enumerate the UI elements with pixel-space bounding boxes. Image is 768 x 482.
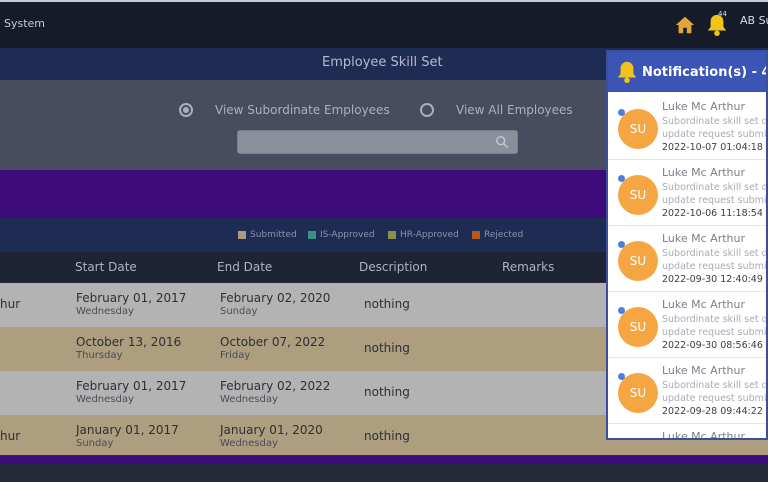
notification-header-title: Notification(s) - 44 (642, 65, 768, 80)
avatar: SU (618, 373, 658, 413)
user-name[interactable]: AB Su (740, 14, 768, 27)
start-day-cell: Sunday (76, 438, 114, 449)
end-day-cell: Wednesday (220, 394, 278, 405)
legend-swatch (308, 231, 316, 239)
start-date-cell: February 01, 2017 (76, 291, 187, 305)
legend-submitted: Submitted (238, 230, 297, 240)
end-date-cell: February 02, 2020 (220, 291, 331, 305)
notification-message: Subordinate skill set da update request s… (662, 182, 768, 206)
purple-footer-bar (0, 456, 768, 464)
notification-sender: Luke Mc Arthur (662, 298, 746, 311)
notification-count-badge: 44 (718, 10, 727, 18)
notification-item[interactable]: SU Luke Mc Arthur Subordinate skill set … (608, 160, 768, 226)
notification-item[interactable]: SU Luke Mc Arthur Subordinate skill set … (608, 358, 768, 424)
notification-timestamp: 2022-09-28 09:44:22 P (662, 406, 768, 417)
notification-sender: Luke Mc Arthur (662, 166, 746, 179)
end-day-cell: Wednesday (220, 438, 278, 449)
avatar: SU (618, 109, 658, 149)
system-title: System (4, 17, 46, 30)
radio-all-employees[interactable] (420, 103, 434, 117)
legend-is-approved: IS-Approved (308, 230, 375, 240)
legend-hr-approved: HR-Approved (388, 230, 459, 240)
avatar: SU (618, 307, 658, 347)
employee-name-cell: hur (0, 297, 21, 311)
bell-icon (617, 61, 637, 83)
notification-sender: Luke Mc Arthur (662, 430, 746, 440)
legend-rejected: Rejected (472, 230, 523, 240)
column-description[interactable]: Description (359, 260, 427, 274)
description-cell: nothing (364, 429, 410, 443)
notification-timestamp: 2022-10-07 01:04:18 P (662, 142, 768, 153)
avatar: SU (618, 241, 658, 281)
footer-area (0, 464, 768, 482)
notification-item[interactable]: Luke Mc Arthur (608, 424, 766, 440)
home-icon[interactable] (674, 14, 696, 36)
column-end-date[interactable]: End Date (217, 260, 272, 274)
search-icon[interactable] (495, 135, 509, 149)
search-input[interactable] (237, 130, 518, 154)
end-date-cell: October 07, 2022 (220, 335, 326, 349)
end-date-cell: January 01, 2020 (220, 423, 323, 437)
page-title: Employee Skill Set (322, 55, 443, 70)
notification-header: Notification(s) - 44 (608, 52, 768, 92)
legend-swatch (388, 231, 396, 239)
notification-item[interactable]: SU Luke Mc Arthur Subordinate skill set … (608, 292, 768, 358)
notification-message: Subordinate skill set da update request s… (662, 116, 768, 140)
top-bar: System 44 AB Su (0, 0, 768, 48)
legend-swatch (238, 231, 246, 239)
column-remarks[interactable]: Remarks (502, 260, 554, 274)
start-date-cell: January 01, 2017 (76, 423, 179, 437)
start-date-cell: February 01, 2017 (76, 379, 187, 393)
notification-item[interactable]: SU Luke Mc Arthur Subordinate skill set … (608, 226, 768, 292)
notification-timestamp: 2022-09-30 12:40:49 P (662, 274, 768, 285)
unread-dot (618, 241, 625, 248)
unread-dot (618, 307, 625, 314)
notification-item[interactable]: SU Luke Mc Arthur Subordinate skill set … (608, 94, 768, 160)
end-day-cell: Friday (220, 350, 251, 361)
start-day-cell: Thursday (76, 350, 123, 361)
unread-dot (618, 373, 625, 380)
start-date-cell: October 13, 2016 (76, 335, 182, 349)
start-day-cell: Wednesday (76, 394, 134, 405)
avatar: SU (618, 175, 658, 215)
notification-sender: Luke Mc Arthur (662, 364, 746, 377)
radio-subordinate-employees[interactable] (179, 103, 193, 117)
employee-name-cell: hur (0, 429, 21, 443)
end-day-cell: Sunday (220, 306, 258, 317)
description-cell: nothing (364, 385, 410, 399)
notification-message: Subordinate skill set da update request s… (662, 380, 768, 404)
notification-panel[interactable]: Notification(s) - 44 SU Luke Mc Arthur S… (606, 50, 768, 440)
radio-label-subordinate[interactable]: View Subordinate Employees (215, 103, 390, 117)
radio-label-all[interactable]: View All Employees (456, 103, 573, 117)
end-date-cell: February 02, 2022 (220, 379, 331, 393)
column-start-date[interactable]: Start Date (75, 260, 137, 274)
legend-swatch (472, 231, 480, 239)
unread-dot (618, 175, 625, 182)
notification-message: Subordinate skill set da update request s… (662, 248, 768, 272)
notification-message: Subordinate skill set da update request s… (662, 314, 768, 338)
notification-timestamp: 2022-09-30 08:56:46 A (662, 340, 768, 351)
notification-timestamp: 2022-10-06 11:18:54 A (662, 208, 768, 219)
notification-sender: Luke Mc Arthur (662, 100, 746, 113)
notification-sender: Luke Mc Arthur (662, 232, 746, 245)
description-cell: nothing (364, 341, 410, 355)
start-day-cell: Wednesday (76, 306, 134, 317)
description-cell: nothing (364, 297, 410, 311)
unread-dot (618, 109, 625, 116)
